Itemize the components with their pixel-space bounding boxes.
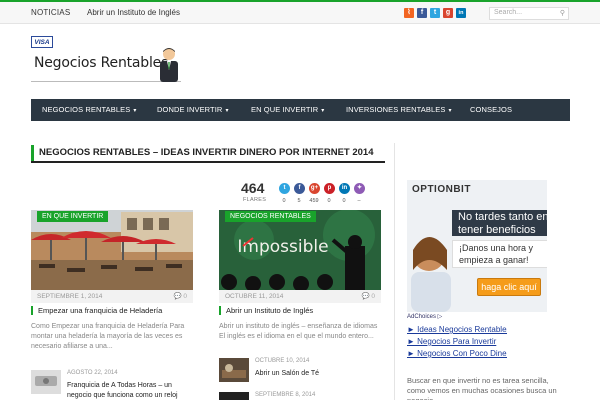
share-count: 0 bbox=[282, 198, 286, 204]
post-date: OCTUBRE 11, 2014 bbox=[225, 293, 284, 300]
post-excerpt: Como Empezar una franquicia de Heladería… bbox=[31, 323, 185, 350]
facebook-share-icon[interactable]: f bbox=[294, 183, 305, 194]
post-thumbnail bbox=[31, 370, 61, 394]
chalkboard-photo: Impossible bbox=[219, 210, 381, 290]
site-title: Negocios Rentables bbox=[34, 55, 169, 71]
rss-icon[interactable]: ⌇ bbox=[404, 8, 414, 18]
nav-label: CONSEJOS bbox=[470, 105, 513, 114]
card-image-instituto[interactable]: Impossible bbox=[219, 210, 381, 290]
ad-link[interactable]: ► Negocios Con Poco Dinero bbox=[407, 349, 507, 358]
section-heading: NEGOCIOS RENTABLES – IDEAS INVERTIR DINE… bbox=[31, 143, 385, 163]
chevron-down-icon: ▾ bbox=[321, 108, 325, 114]
chevron-down-icon: ▾ bbox=[225, 108, 229, 114]
share-count: – bbox=[357, 198, 361, 204]
share-count: 0 bbox=[327, 198, 331, 204]
comment-number: 0 bbox=[371, 293, 375, 300]
sidebar-intro-text: Buscar en que invertir no es tarea senci… bbox=[407, 376, 557, 400]
comment-count[interactable]: 💬 0 bbox=[361, 290, 375, 303]
nav-item-en-que-invertir[interactable]: EN QUE INVERTIR ▾ bbox=[251, 99, 324, 121]
top-bar: NOTICIAS Abrir un Instituto de Inglés ⌇ … bbox=[0, 2, 600, 24]
ad-brand: OPTIONBIT bbox=[412, 184, 471, 195]
card-image-heladeria[interactable] bbox=[31, 210, 193, 290]
pinterest-share-icon[interactable]: p bbox=[324, 183, 335, 194]
flare-share-icon[interactable]: ✦ bbox=[354, 183, 365, 194]
share-count: 5 bbox=[297, 198, 301, 204]
restaurant-photo bbox=[31, 210, 193, 290]
ad-link[interactable]: ► Ideas Negocios Rentables bbox=[407, 325, 507, 334]
post-date: SEPTIEMBRE 1, 2014 bbox=[37, 293, 103, 300]
main-nav: NEGOCIOS RENTABLES ▾ DONDE INVERTIR ▾ EN Q… bbox=[31, 99, 570, 121]
page-title: NEGOCIOS RENTABLES – IDEAS INVERTIR DINE… bbox=[39, 147, 374, 158]
ad-cta-button[interactable]: haga clic aquí bbox=[477, 278, 541, 296]
news-label: NOTICIAS bbox=[31, 8, 71, 17]
ad-link[interactable]: ► Negocios Para Invertir bbox=[407, 337, 507, 346]
list-item[interactable]: AGOSTO 22, 2014 Franquicia de A Todas Ho… bbox=[31, 370, 201, 400]
post-date: OCTUBRE 10, 2014 bbox=[255, 358, 310, 364]
card-meta: SEPTIEMBRE 1, 2014 💬 0 bbox=[31, 290, 193, 303]
post-excerpt: Abrir un instituto de inglés – enseñanza… bbox=[219, 323, 378, 340]
share-label: FLARES bbox=[243, 197, 267, 203]
nav-label: DONDE INVERTIR bbox=[157, 105, 223, 114]
news-ticker-link[interactable]: Abrir un Instituto de Inglés bbox=[87, 8, 180, 17]
nav-label: NEGOCIOS RENTABLES bbox=[42, 105, 131, 114]
heading-accent bbox=[31, 145, 34, 161]
share-count: 0 bbox=[342, 198, 346, 204]
list-item[interactable]: SEPTIEMBRE 8, 2014 bbox=[219, 392, 389, 400]
nav-item-consejos[interactable]: CONSEJOS bbox=[470, 99, 512, 121]
card-meta: OCTUBRE 11, 2014 💬 0 bbox=[219, 290, 381, 303]
post-title[interactable]: Franquicia de A Todas Horas – un negocio… bbox=[67, 381, 187, 400]
post-title[interactable]: Abrir un Salón de Té bbox=[255, 369, 375, 379]
post-thumbnail bbox=[219, 392, 249, 400]
site-logo[interactable]: VISA Negocios Rentables bbox=[31, 36, 181, 82]
twitter-icon[interactable]: t bbox=[430, 8, 440, 18]
share-total: 464 bbox=[241, 180, 265, 196]
category-tag[interactable]: NEGOCIOS RENTABLES bbox=[225, 211, 316, 222]
businessman-icon bbox=[160, 48, 178, 82]
search-input[interactable]: Search... ⚲ bbox=[489, 7, 569, 20]
chevron-down-icon: ▾ bbox=[133, 108, 137, 114]
nav-item-negocios-rentables[interactable]: NEGOCIOS RENTABLES ▾ bbox=[42, 99, 136, 121]
sidebar-ad[interactable]: OPTIONBIT No tardes tanto en tener benef… bbox=[407, 180, 547, 312]
comment-count[interactable]: 💬 0 bbox=[173, 290, 187, 303]
facebook-icon[interactable]: f bbox=[417, 8, 427, 18]
nav-item-inversiones-rentables[interactable]: INVERSIONES RENTABLES ▾ bbox=[346, 99, 452, 121]
adchoices-link[interactable]: AdChoices ▷ bbox=[407, 313, 442, 320]
nav-item-donde-invertir[interactable]: DONDE INVERTIR ▾ bbox=[157, 99, 229, 121]
category-tag[interactable]: EN QUE INVERTIR bbox=[37, 211, 109, 222]
visa-card-icon: VISA bbox=[31, 36, 53, 48]
googleplus-share-icon[interactable]: g+ bbox=[309, 183, 320, 194]
linkedin-icon[interactable]: in bbox=[456, 8, 466, 18]
ad-subtext: ¡Danos una hora y empieza a ganar! bbox=[452, 240, 547, 268]
nav-label: EN QUE INVERTIR bbox=[251, 105, 319, 114]
nav-label: INVERSIONES RENTABLES bbox=[346, 105, 446, 114]
post-date: AGOSTO 22, 2014 bbox=[67, 370, 118, 376]
post-thumbnail bbox=[219, 358, 249, 382]
post-title[interactable]: Empezar una franquicia de Heladería bbox=[31, 306, 162, 315]
search-placeholder: Search... bbox=[494, 9, 523, 16]
comment-number: 0 bbox=[183, 293, 187, 300]
post-title[interactable]: Abrir un Instituto de Inglés bbox=[219, 306, 313, 315]
share-count: 459 bbox=[309, 198, 319, 204]
linkedin-share-icon[interactable]: in bbox=[339, 183, 350, 194]
googleplus-icon[interactable]: g bbox=[443, 8, 453, 18]
post-date: SEPTIEMBRE 8, 2014 bbox=[255, 392, 316, 398]
chevron-down-icon: ▾ bbox=[448, 108, 452, 114]
sidebar-divider bbox=[394, 143, 395, 400]
twitter-share-icon[interactable]: t bbox=[279, 183, 290, 194]
ad-headline: No tardes tanto en tener beneficios bbox=[452, 210, 547, 236]
list-item[interactable]: OCTUBRE 10, 2014 Abrir un Salón de Té bbox=[219, 358, 389, 384]
search-icon[interactable]: ⚲ bbox=[560, 9, 565, 17]
